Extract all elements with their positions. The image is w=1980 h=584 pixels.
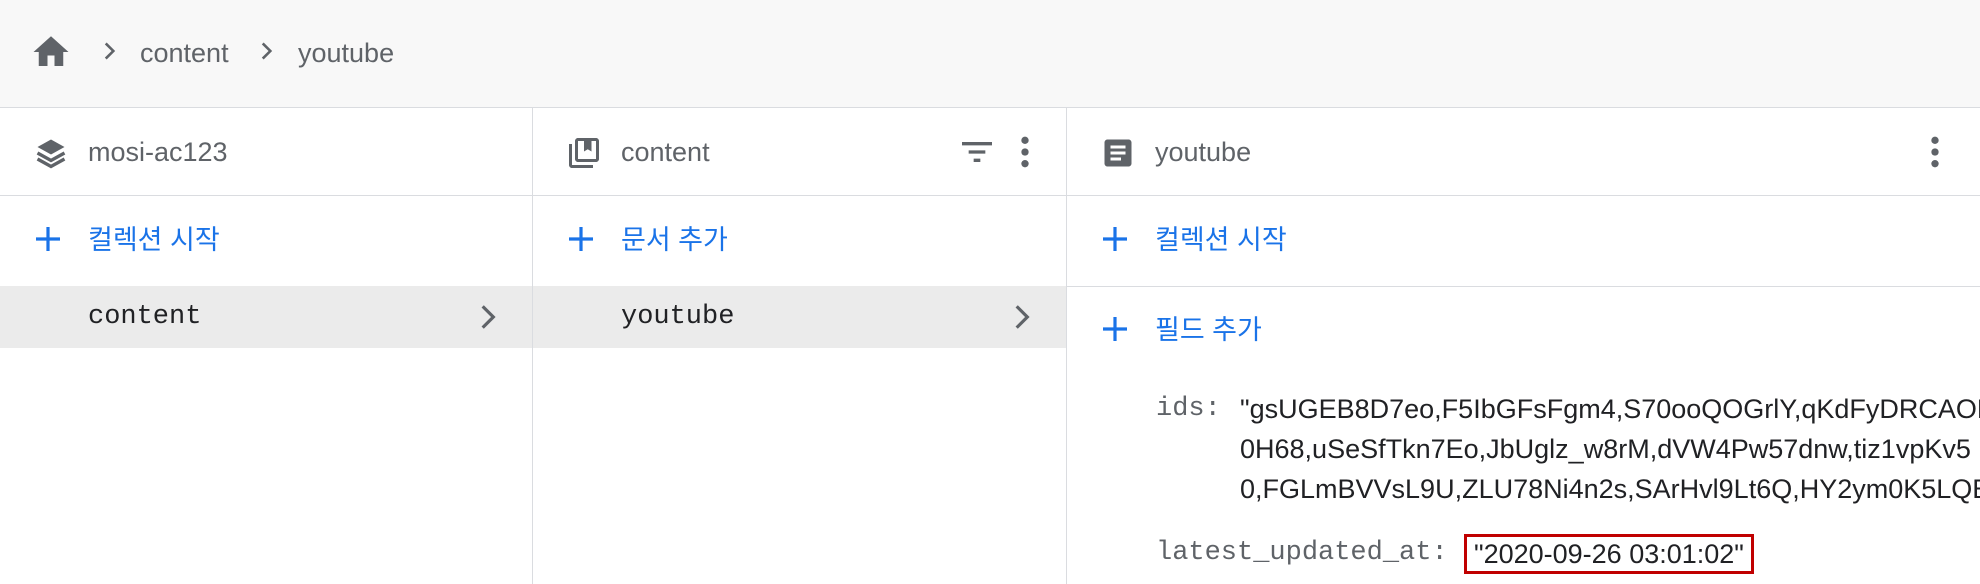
plus-icon — [1103, 317, 1127, 341]
start-subcollection-button[interactable]: 컬렉션 시작 — [1067, 196, 1980, 284]
document-list-item[interactable]: youtube — [533, 286, 1066, 348]
root-column-header: mosi-ac123 — [0, 108, 532, 196]
field-value-ids[interactable]: "gsUGEB8D7eo,F5IbGFsFgm4,S70ooQOGrlY,qKd… — [1240, 389, 1980, 509]
plus-icon — [36, 227, 60, 251]
document-column-title: youtube — [1155, 137, 1252, 167]
collection-icon — [569, 138, 599, 168]
collection-column: content 문서 추가 youtube — [533, 108, 1067, 584]
collection-column-header: content — [533, 108, 1066, 196]
document-column: youtube 컬렉션 시작 필드 추가 — [1067, 108, 1980, 584]
plus-icon — [1103, 227, 1127, 251]
add-document-label: 문서 추가 — [621, 225, 728, 255]
document-column-header: youtube — [1067, 108, 1980, 196]
chevron-right-icon — [1015, 305, 1030, 329]
field-value-latest-updated-at[interactable]: "2020-09-26 03:01:02" — [1474, 536, 1744, 572]
chevron-right-icon — [481, 305, 496, 329]
start-collection-button[interactable]: 컬렉션 시작 — [0, 196, 532, 284]
filter-icon[interactable] — [957, 132, 997, 172]
document-icon — [1104, 139, 1132, 167]
field-value-line: "gsUGEB8D7eo,F5IbGFsFgm4,S70ooQOGrlY,qKd… — [1240, 394, 1980, 424]
start-subcollection-label: 컬렉션 시작 — [1155, 225, 1287, 255]
root-column: mosi-ac123 컬렉션 시작 content — [0, 108, 533, 584]
field-value-line: 0H68,uSeSfTkn7Eo,JbUglz_w8rM,dVW4Pw57dnw… — [1240, 434, 1971, 464]
field-key-latest-updated-at: latest_updated_at: — [1156, 538, 1448, 568]
root-column-title: mosi-ac123 — [88, 137, 228, 167]
breadcrumb-item-content[interactable]: content — [140, 37, 229, 69]
add-field-label: 필드 추가 — [1155, 315, 1262, 345]
field-key-ids: ids: — [1156, 394, 1221, 424]
chevron-right-icon — [104, 42, 116, 60]
collection-list-item[interactable]: content — [0, 286, 532, 348]
plus-icon — [569, 227, 593, 251]
document-item-label: youtube — [621, 302, 735, 332]
add-document-button[interactable]: 문서 추가 — [533, 196, 1066, 284]
more-vert-icon[interactable] — [1915, 132, 1955, 172]
collection-column-title: content — [621, 137, 710, 167]
add-field-button[interactable]: 필드 추가 — [1067, 286, 1980, 374]
collection-item-label: content — [88, 302, 202, 332]
chevron-right-icon — [261, 42, 273, 60]
breadcrumb-bar: content youtube — [0, 0, 1980, 108]
home-icon[interactable] — [30, 31, 72, 73]
start-collection-label: 컬렉션 시작 — [88, 225, 220, 255]
breadcrumb-item-youtube[interactable]: youtube — [298, 37, 394, 69]
more-vert-icon[interactable] — [1005, 132, 1045, 172]
firestore-stack-icon — [36, 139, 66, 169]
field-value-line: 0,FGLmBVVsL9U,ZLU78Ni4n2s,SArHvl9Lt6Q,HY… — [1240, 474, 1980, 504]
